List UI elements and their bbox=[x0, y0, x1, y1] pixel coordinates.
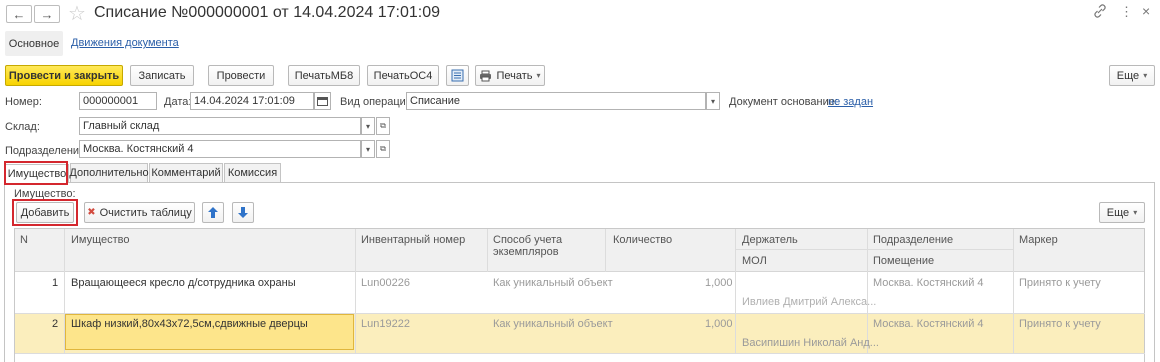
row2-mol[interactable]: Васипишин Николай Анд... bbox=[742, 337, 879, 349]
row2-division[interactable]: Москва. Костянский 4 bbox=[873, 318, 984, 330]
section-movements-link[interactable]: Движения документа bbox=[71, 37, 179, 49]
row1-inventory[interactable]: Lun00226 bbox=[361, 277, 410, 289]
col-header-holder[interactable]: Держатель bbox=[742, 234, 798, 246]
highlight-tab-property bbox=[4, 161, 68, 185]
warehouse-label: Склад: bbox=[5, 121, 40, 133]
move-up-button[interactable] bbox=[202, 202, 224, 223]
chevron-down-icon: ▾ bbox=[1143, 71, 1148, 80]
division-field[interactable]: Москва. Костянский 4 bbox=[79, 140, 361, 158]
date-label: Дата: bbox=[164, 96, 192, 108]
highlight-add-button bbox=[12, 199, 78, 226]
row1-method[interactable]: Как уникальный объект bbox=[493, 277, 613, 289]
more-button[interactable]: Еще ▾ bbox=[1109, 65, 1155, 86]
favorite-star-icon[interactable]: ☆ bbox=[68, 1, 86, 26]
row2-method[interactable]: Как уникальный объект bbox=[493, 318, 613, 330]
printer-icon bbox=[480, 70, 492, 81]
tab-additional[interactable]: Дополнительно bbox=[69, 163, 149, 182]
more-menu-icon[interactable]: ⋮ bbox=[1120, 4, 1133, 20]
col-header-mol[interactable]: МОЛ bbox=[742, 255, 767, 267]
open-icon: ⧉ bbox=[380, 121, 386, 130]
property-table[interactable]: N Имущество Инвентарный номер Способ уче… bbox=[14, 228, 1145, 362]
chevron-down-icon: ▾ bbox=[710, 96, 715, 106]
save-button[interactable]: Записать bbox=[130, 65, 194, 86]
tab-comment[interactable]: Комментарий bbox=[149, 163, 223, 182]
move-down-button[interactable] bbox=[232, 202, 254, 223]
row1-mol[interactable]: Ивлиев Дмитрий Алекса... bbox=[742, 296, 876, 308]
table-more-button[interactable]: Еще ▾ bbox=[1099, 202, 1145, 223]
chevron-down-icon: ▾ bbox=[1133, 208, 1138, 217]
page-title: Списание №000000001 от 14.04.2024 17:01:… bbox=[94, 4, 440, 21]
document-structure-icon bbox=[451, 69, 464, 82]
col-header-n[interactable]: N bbox=[20, 234, 28, 246]
back-button[interactable]: ← bbox=[6, 5, 32, 23]
post-button[interactable]: Провести bbox=[208, 65, 274, 86]
basis-label: Документ основание: bbox=[729, 96, 838, 108]
col-header-property[interactable]: Имущество bbox=[71, 234, 130, 246]
col-header-division[interactable]: Подразделение bbox=[873, 234, 953, 246]
arrow-left-icon: ← bbox=[12, 6, 26, 22]
col-header-room[interactable]: Помещение bbox=[873, 255, 934, 267]
warehouse-dropdown[interactable]: ▾ bbox=[361, 117, 375, 135]
calendar-button[interactable] bbox=[314, 92, 331, 110]
clear-table-button[interactable]: ✖ Очистить таблицу bbox=[84, 202, 195, 223]
section-main[interactable]: Основное bbox=[5, 31, 63, 56]
division-label: Подразделение: bbox=[5, 145, 89, 157]
link-icon[interactable] bbox=[1093, 4, 1107, 21]
clear-label: Очистить таблицу bbox=[99, 206, 192, 219]
col-header-inventory[interactable]: Инвентарный номер bbox=[361, 234, 465, 246]
open-icon: ⧉ bbox=[380, 144, 386, 153]
date-field[interactable]: 14.04.2024 17:01:09 bbox=[190, 92, 314, 110]
row1-quantity[interactable]: 1,000 bbox=[705, 277, 733, 289]
number-field[interactable]: 000000001 bbox=[79, 92, 157, 110]
row1-n: 1 bbox=[52, 277, 59, 289]
row1-marker[interactable]: Принято к учету bbox=[1019, 277, 1101, 289]
row1-division[interactable]: Москва. Костянский 4 bbox=[873, 277, 984, 289]
arrow-right-icon: → bbox=[40, 6, 54, 22]
clear-icon: ✖ bbox=[87, 207, 96, 218]
more-label: Еще bbox=[1116, 69, 1140, 82]
print-os4-button[interactable]: ПечатьОС4 bbox=[367, 65, 439, 86]
tab-commission[interactable]: Комиссия bbox=[224, 163, 281, 182]
row2-inventory[interactable]: Lun19222 bbox=[361, 318, 410, 330]
post-and-close-button[interactable]: Провести и закрыть bbox=[5, 65, 123, 86]
row2-marker[interactable]: Принято к учету bbox=[1019, 318, 1101, 330]
close-icon[interactable]: × bbox=[1142, 3, 1150, 19]
division-open-button[interactable]: ⧉ bbox=[376, 140, 390, 158]
print-mb8-button[interactable]: ПечатьМБ8 bbox=[288, 65, 360, 86]
operation-select[interactable]: Списание bbox=[406, 92, 706, 110]
col-header-quantity[interactable]: Количество bbox=[613, 234, 672, 246]
col-header-marker[interactable]: Маркер bbox=[1019, 234, 1058, 246]
number-label: Номер: bbox=[5, 96, 42, 108]
division-dropdown[interactable]: ▾ bbox=[361, 140, 375, 158]
print-label: Печать bbox=[496, 69, 533, 82]
row2-n: 2 bbox=[52, 318, 59, 330]
row1-property[interactable]: Вращающееся кресло д/сотрудника охраны bbox=[71, 277, 296, 289]
basis-link[interactable]: не задан bbox=[828, 96, 873, 108]
print-dropdown-button[interactable]: Печать ▾ bbox=[475, 65, 545, 86]
arrow-up-icon bbox=[208, 207, 218, 218]
table-more-label: Еще bbox=[1106, 206, 1130, 219]
warehouse-open-button[interactable]: ⧉ bbox=[376, 117, 390, 135]
chevron-down-icon: ▾ bbox=[365, 121, 370, 131]
operation-dropdown[interactable]: ▾ bbox=[706, 92, 720, 110]
operation-label: Вид операции: bbox=[340, 96, 416, 108]
chevron-down-icon: ▾ bbox=[536, 71, 541, 80]
calendar-icon bbox=[317, 97, 328, 106]
structure-button[interactable] bbox=[446, 65, 469, 86]
arrow-down-icon bbox=[238, 207, 248, 218]
row2-property[interactable]: Шкаф низкий,80х43х72,5см,сдвижные дверцы bbox=[71, 318, 308, 330]
forward-button[interactable]: → bbox=[34, 5, 60, 23]
col-header-method[interactable]: Способ учета экземпляров bbox=[493, 234, 593, 258]
warehouse-field[interactable]: Главный склад bbox=[79, 117, 361, 135]
chevron-down-icon: ▾ bbox=[365, 144, 370, 154]
row2-quantity[interactable]: 1,000 bbox=[705, 318, 733, 330]
